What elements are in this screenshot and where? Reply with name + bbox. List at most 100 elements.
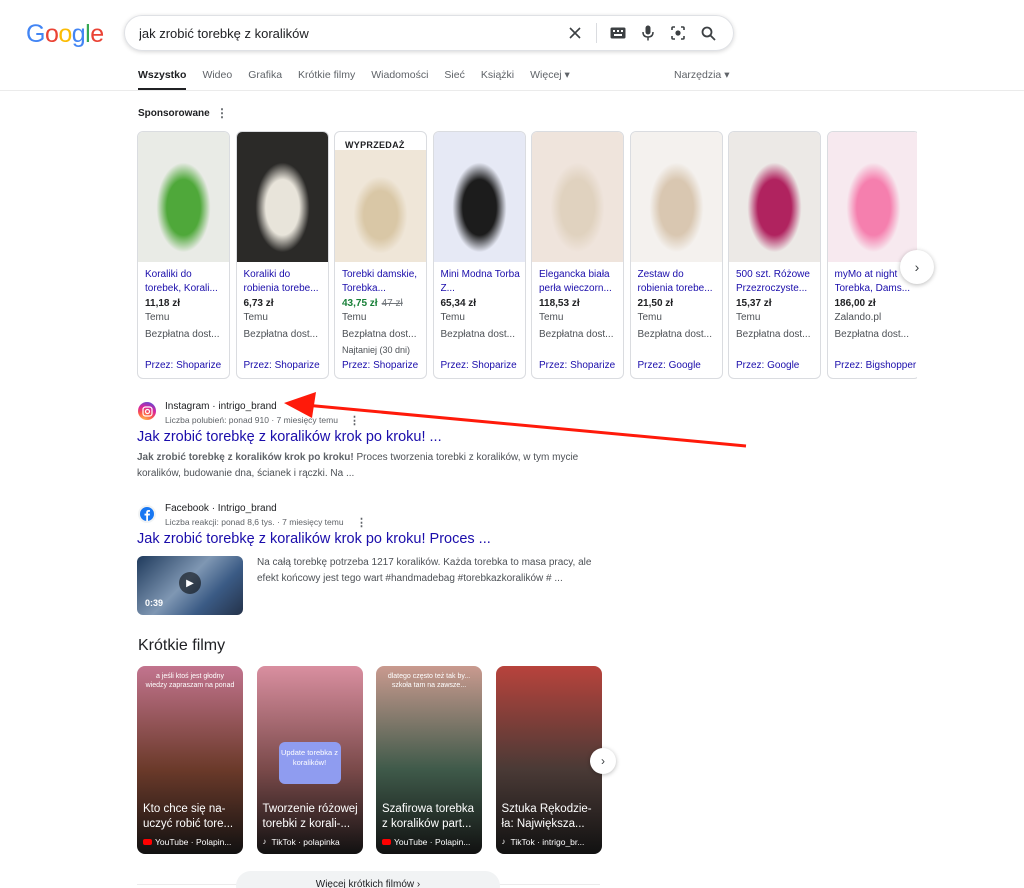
short-videos-heading: Krótkie filmy: [138, 637, 226, 654]
short-video-source: ♪ TikTok · polapinka: [263, 837, 340, 847]
product-store: Temu: [440, 312, 465, 323]
result-source[interactable]: Instagram · intrigo_brand: [165, 401, 277, 412]
product-price: 6,73 zł: [243, 298, 274, 309]
search-divider: [596, 23, 597, 43]
product-old-price: 47 zł: [381, 298, 403, 309]
close-icon[interactable]: [560, 18, 590, 48]
tiktok-icon: ♪: [262, 837, 267, 846]
short-video-card[interactable]: dlatego często też tak by... szkoła tam …: [376, 666, 482, 854]
product-via-link[interactable]: Przez: Bigshopper: [835, 360, 917, 371]
short-video-overlay-text: dlatego często też tak by... szkoła tam …: [387, 673, 471, 689]
short-video-title: Sztuka Rękodzie-ła: Największa...: [501, 803, 592, 830]
product-image[interactable]: [532, 132, 623, 262]
short-video-card[interactable]: a jeśli ktoś jest głodny wiedzy zaprasza…: [137, 666, 243, 854]
product-store: Zalando.pl: [834, 312, 882, 323]
logo-letter: G: [26, 20, 45, 48]
product-card[interactable]: 500 szt. Różowe Przezroczyste... 15,37 zł…: [728, 131, 821, 379]
product-via-link[interactable]: Przez: Shoparize: [441, 360, 517, 371]
tab-3[interactable]: Krótkie filmy: [298, 69, 355, 91]
video-thumbnail[interactable]: ▶ 0:39: [137, 556, 243, 615]
keyboard-icon[interactable]: [603, 18, 633, 48]
product-card[interactable]: Koraliki do robienia torebe... 6,73 zł Tem…: [235, 131, 329, 379]
result-meta: Liczba polubień: ponad 910 · 7 miesięcy …: [165, 415, 338, 425]
product-card[interactable]: Mini Modna Torba Z... 65,34 zł Temu Bezpłat…: [432, 131, 526, 379]
more-short-videos-button[interactable]: Więcej krótkich filmów ›: [236, 871, 500, 888]
product-price: 118,53 zł: [539, 298, 580, 309]
tab-1[interactable]: Wideo: [202, 69, 232, 91]
short-video-source: ♪ TikTok · intrigo_br...: [502, 837, 585, 847]
products-next-button[interactable]: ›: [900, 250, 934, 284]
tab-6[interactable]: Książki: [481, 69, 514, 91]
short-video-source: YouTube · Polapin...: [382, 837, 470, 847]
sponsored-menu-icon[interactable]: ⋮: [216, 106, 228, 120]
product-image[interactable]: [630, 132, 722, 262]
product-price: 15,37 zł: [736, 298, 772, 309]
snippet-highlight: Jak zrobić torebkę z koralików krok po k…: [137, 452, 354, 463]
product-store: Temu: [539, 312, 564, 323]
sale-badge: WYPRZEDAŻ: [345, 140, 405, 150]
product-image[interactable]: [729, 132, 820, 262]
product-card[interactable]: Zestaw do robienia torebe... 21,50 zł Temu…: [629, 131, 723, 379]
short-video-sticker: Update torebka z koralików!: [278, 742, 341, 784]
product-via-link[interactable]: Przez: Google: [638, 360, 701, 371]
product-via-link[interactable]: Przez: Shoparize: [539, 360, 615, 371]
product-title[interactable]: 500 szt. Różowe Przezroczyste...: [736, 268, 818, 296]
product-title[interactable]: Zestaw do robienia torebe...: [638, 268, 720, 296]
result-source[interactable]: Facebook · Intrigo_brand: [165, 503, 277, 514]
product-price: 65,34 zł: [440, 298, 477, 309]
tab-5[interactable]: Sieć: [444, 69, 464, 91]
result-snippet: Na całą torebkę potrzeba 1217 koralików.…: [257, 557, 592, 584]
product-shipping: Bezpłatna dost...: [243, 329, 319, 340]
short-video-card[interactable]: Sztuka Rękodzie-ła: Największa... ♪ TikTok…: [495, 666, 602, 854]
product-via-link[interactable]: Przez: Shoparize: [244, 360, 320, 371]
tab-4[interactable]: Wiadomości: [371, 69, 428, 91]
result-title-link[interactable]: Jak zrobić torebkę z koralików krok po k…: [137, 531, 491, 547]
search-icon[interactable]: [693, 18, 723, 48]
google-logo[interactable]: Google: [26, 20, 104, 49]
product-title[interactable]: Elegancka biała perła wieczorn...: [539, 268, 621, 296]
chevron-right-icon: ›: [601, 754, 605, 768]
short-video-source-text: TikTok · polapinka: [271, 837, 340, 847]
sponsored-products: Koraliki do torebek, Korali... 11,18 zł Te…: [137, 131, 917, 380]
tools-button[interactable]: Narzędzia ▾: [674, 69, 729, 81]
product-shipping: Bezpłatna dost...: [342, 329, 417, 340]
product-price-note: Najtaniej (30 dni): [342, 345, 411, 355]
tab-7[interactable]: Więcej ▾: [530, 69, 570, 91]
short-video-card[interactable]: Update torebka z koralików! Tworzenie róż…: [256, 666, 363, 854]
tab-0[interactable]: Wszystko: [138, 69, 187, 91]
result-menu-icon[interactable]: ⋮: [349, 414, 360, 427]
short-video-source-text: YouTube · Polapin...: [394, 837, 471, 847]
product-card[interactable]: WYPRZEDAŻ Torebki damskie, Torebka... 43,7…: [334, 131, 427, 379]
short-video-source-text: YouTube · Polapin...: [155, 837, 232, 847]
camera-lens-icon[interactable]: [663, 18, 693, 48]
product-image[interactable]: [236, 132, 328, 262]
instagram-icon: [138, 402, 156, 420]
product-via-link[interactable]: Przez: Shoparize: [145, 360, 221, 371]
product-card[interactable]: Elegancka biała perła wieczorn... 118,53 …: [531, 131, 624, 379]
short-video-title: Tworzenie różowej torebki z korali-...: [262, 803, 358, 830]
product-shipping: Bezpłatna dost...: [834, 329, 910, 340]
result-menu-icon[interactable]: ⋮: [356, 516, 367, 529]
product-title[interactable]: Torebki damskie, Torebka...: [342, 268, 424, 296]
product-card[interactable]: Koraliki do torebek, Korali... 11,18 zł Te…: [137, 131, 230, 379]
product-shipping: Bezpłatna dost...: [539, 329, 614, 340]
product-image[interactable]: [335, 150, 426, 262]
product-store: Temu: [243, 312, 268, 323]
product-title[interactable]: Koraliki do robienia torebe...: [244, 268, 326, 296]
product-image[interactable]: [433, 132, 525, 262]
tab-2[interactable]: Grafika: [248, 69, 282, 91]
mic-icon[interactable]: [633, 18, 663, 48]
product-image[interactable]: [827, 132, 917, 262]
logo-letter: o: [44, 20, 59, 48]
product-via-link[interactable]: Przez: Google: [736, 360, 799, 371]
product-price: 21,50 zł: [637, 298, 674, 309]
result-title-link[interactable]: Jak zrobić torebkę z koralików krok po k…: [137, 429, 442, 445]
search-input[interactable]: [139, 25, 560, 41]
logo-letter: o: [58, 20, 72, 48]
product-title[interactable]: Mini Modna Torba Z...: [441, 268, 523, 296]
product-price: 186,00 zł: [834, 298, 876, 309]
product-via-link[interactable]: Przez: Shoparize: [342, 360, 418, 371]
product-image[interactable]: [138, 132, 229, 262]
product-title[interactable]: Koraliki do torebek, Korali...: [145, 268, 227, 296]
short-videos-next-button[interactable]: ›: [590, 748, 616, 774]
